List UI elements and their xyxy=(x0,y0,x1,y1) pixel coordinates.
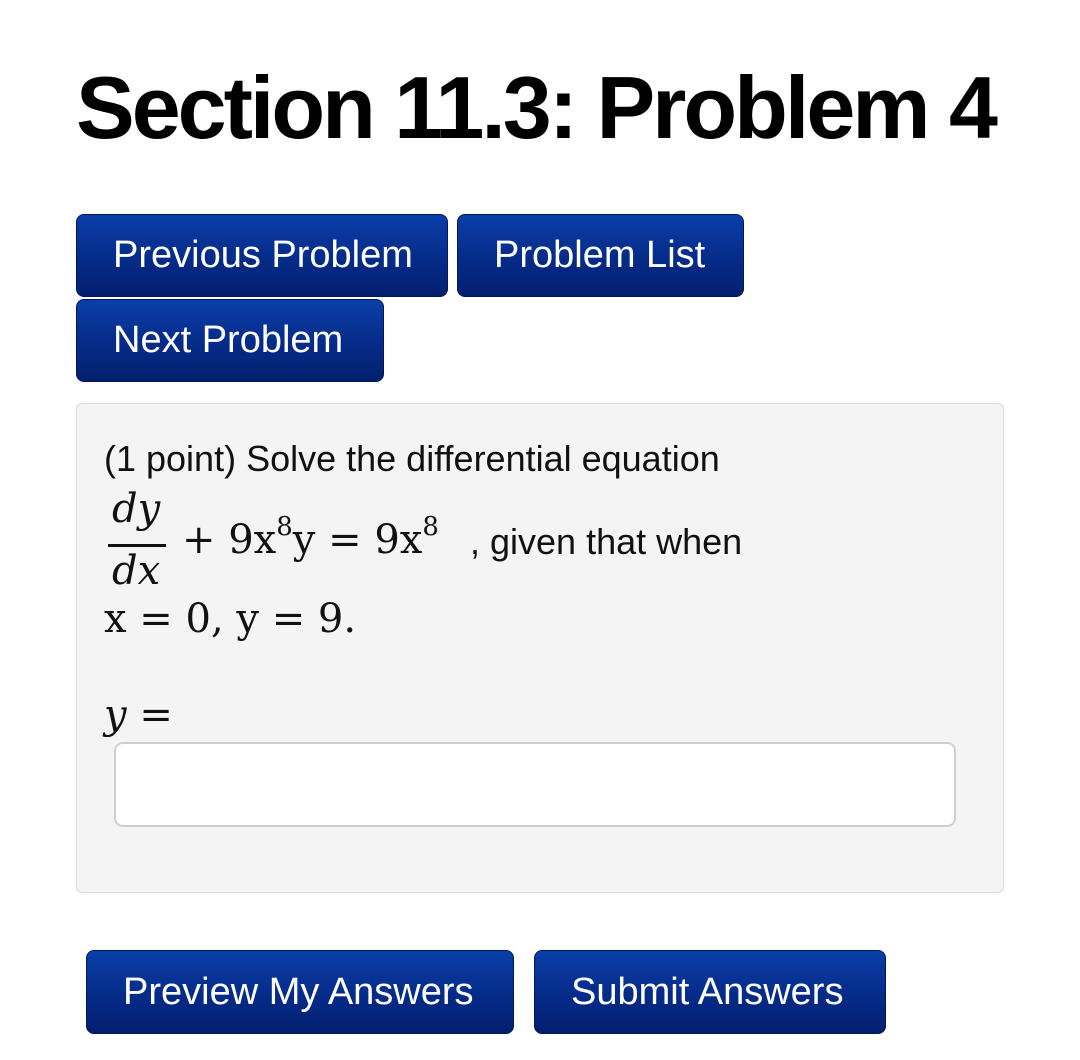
previous-problem-button[interactable]: Previous Problem xyxy=(76,214,448,297)
initial-condition: x = 0, y = 9. xyxy=(104,596,357,642)
given-text: , given that when xyxy=(470,521,743,562)
answer-input[interactable] xyxy=(114,742,956,827)
exponent-2: 8 xyxy=(422,511,439,542)
fraction-bar xyxy=(108,544,166,547)
equation-rest: + 9x8y = 9x8 xyxy=(182,514,439,563)
fraction-numerator: dy xyxy=(112,486,161,532)
problem-intro: (1 point) Solve the differential equatio… xyxy=(104,438,720,479)
page-title: Section 11.3: Problem 4 xyxy=(76,58,998,157)
next-problem-button[interactable]: Next Problem xyxy=(76,299,384,382)
exponent-1: 8 xyxy=(276,511,293,542)
fraction-denominator: dx xyxy=(112,548,161,594)
equation-term-2: y = 9x xyxy=(292,517,423,563)
equation-term-1: + 9x xyxy=(182,517,277,563)
answer-label: y = xyxy=(104,692,173,738)
problem-page: Section 11.3: Problem 4 Previous Problem… xyxy=(0,0,1080,1060)
submit-answers-button[interactable]: Submit Answers xyxy=(534,950,886,1034)
problem-list-button[interactable]: Problem List xyxy=(457,214,744,297)
preview-answers-button[interactable]: Preview My Answers xyxy=(86,950,514,1034)
